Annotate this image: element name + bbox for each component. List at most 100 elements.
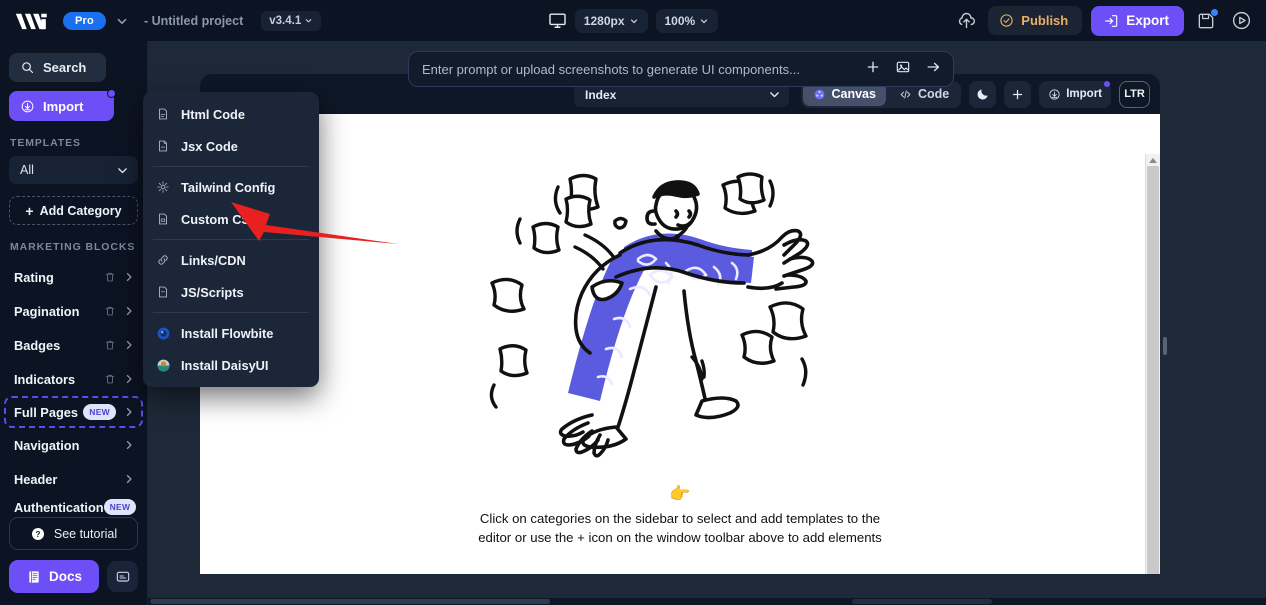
add-category-button[interactable]: + Add Category xyxy=(9,196,138,225)
sidebar-item-indicators[interactable]: Indicators xyxy=(6,362,141,396)
image-icon[interactable] xyxy=(895,59,911,80)
trash-icon[interactable] xyxy=(104,339,116,351)
tab-canvas-label: Canvas xyxy=(831,87,876,101)
chevron-right-icon xyxy=(123,406,135,418)
chevron-down-icon xyxy=(701,18,708,23)
sidebar-bottom: ? See tutorial Docs xyxy=(0,517,147,605)
menu-item-js-scripts[interactable]: JS/Scripts xyxy=(143,276,319,308)
sidebar-item-rating[interactable]: Rating xyxy=(6,260,141,294)
tab-code-label: Code xyxy=(917,87,950,101)
scroll-up-arrow-icon[interactable] xyxy=(1149,158,1157,163)
publish-button[interactable]: Publish xyxy=(988,6,1083,35)
add-element-button[interactable] xyxy=(1004,80,1032,108)
search-button[interactable]: Search xyxy=(9,53,106,82)
category-filter-select[interactable]: All xyxy=(9,156,138,184)
chat-icon xyxy=(116,571,129,582)
menu-item-html-code[interactable]: Html Code xyxy=(143,98,319,130)
top-bar: Pro - Untitled project v3.4.1 1280px 100… xyxy=(0,0,1266,41)
import-badge-dot xyxy=(107,89,116,98)
docs-icon xyxy=(29,570,39,583)
block-label: Navigation xyxy=(14,437,80,453)
gear-icon xyxy=(155,180,171,194)
cloud-upload-icon[interactable] xyxy=(953,8,979,34)
flowbite-icon xyxy=(155,326,171,341)
chevron-down-icon[interactable] xyxy=(115,14,129,28)
block-label: Full Pages xyxy=(14,404,79,420)
project-title: - Untitled project xyxy=(143,13,244,28)
app-root: Pro - Untitled project v3.4.1 1280px 100… xyxy=(0,0,1266,605)
search-label: Search xyxy=(43,60,87,75)
plus-icon[interactable] xyxy=(865,59,881,80)
new-badge: NEW xyxy=(103,499,137,515)
chevron-down-icon xyxy=(305,19,312,23)
canvas-import-button[interactable]: Import xyxy=(1039,80,1111,108)
canvas-viewport[interactable]: 👉 Click on categories on the sidebar to … xyxy=(200,114,1160,574)
version-selector[interactable]: v3.4.1 xyxy=(261,10,322,31)
canvas-panel: Index Canvas Code Import LTR 👉 Click on … xyxy=(200,74,1160,574)
chevron-right-icon xyxy=(123,271,135,283)
zoom-level-selector[interactable]: 100% xyxy=(655,8,719,33)
see-tutorial-button[interactable]: ? See tutorial xyxy=(9,517,138,550)
canvas-vertical-scrollbar[interactable] xyxy=(1145,154,1160,574)
scrollbar-thumb[interactable] xyxy=(1147,166,1159,574)
chevron-down-icon xyxy=(630,18,637,23)
trash-icon[interactable] xyxy=(104,305,116,317)
monitor-icon[interactable] xyxy=(548,11,567,30)
menu-item-label: Links/CDN xyxy=(181,252,246,268)
check-circle-icon xyxy=(1000,14,1013,27)
prompt-input[interactable]: Enter prompt or upload screenshots to ge… xyxy=(422,62,865,77)
plus-icon xyxy=(1013,89,1023,99)
add-category-label: Add Category xyxy=(39,203,122,218)
play-circle-icon[interactable] xyxy=(1228,8,1254,34)
chevron-right-icon xyxy=(123,305,135,317)
jsx-file-icon xyxy=(155,139,171,153)
sidebar-item-authentication[interactable]: Authentication NEW xyxy=(6,496,141,517)
menu-item-jsx-code[interactable]: Jsx Code xyxy=(143,130,319,162)
chat-support-button[interactable] xyxy=(107,561,138,592)
prompt-actions xyxy=(865,59,942,80)
menu-item-label: Html Code xyxy=(181,106,245,122)
sidebar-top: Search Import xyxy=(0,41,147,121)
theme-toggle-button[interactable] xyxy=(969,80,997,108)
zoom-level-label: 100% xyxy=(664,13,696,28)
canvas-resize-handle[interactable] xyxy=(1163,337,1167,355)
pro-badge[interactable]: Pro xyxy=(63,11,106,30)
canvas-icon xyxy=(815,89,825,99)
chevron-right-icon xyxy=(123,439,135,451)
docs-label: Docs xyxy=(48,569,82,584)
chevron-right-icon xyxy=(123,339,135,351)
export-button[interactable]: Export xyxy=(1091,5,1184,36)
sidebar-item-badges[interactable]: Badges xyxy=(6,328,141,362)
docs-button[interactable]: Docs xyxy=(9,560,99,593)
trash-icon[interactable] xyxy=(104,271,116,283)
chevron-right-icon xyxy=(123,473,135,485)
scrollbar-track-segment[interactable] xyxy=(852,599,992,604)
device-width-selector[interactable]: 1280px xyxy=(574,8,648,33)
trash-icon[interactable] xyxy=(104,373,116,385)
vi-logo[interactable] xyxy=(14,10,54,32)
sidebar-item-pagination[interactable]: Pagination xyxy=(6,294,141,328)
pointing-hand-emoji: 👉 xyxy=(669,484,691,503)
import-button[interactable]: Import xyxy=(9,89,116,121)
sidebar-item-navigation[interactable]: Navigation xyxy=(6,428,141,462)
scrollbar-thumb[interactable] xyxy=(150,599,550,604)
import-label: Import xyxy=(43,98,84,114)
marketing-blocks-section-label: MARKETING BLOCKS xyxy=(10,241,136,253)
menu-item-label: Install DaisyUI xyxy=(181,357,269,373)
import-badge-dot xyxy=(1104,80,1110,87)
save-icon[interactable] xyxy=(1193,8,1219,34)
menu-item-install-daisyui[interactable]: Install DaisyUI xyxy=(143,349,319,381)
menu-divider xyxy=(153,312,309,313)
ai-prompt-bar[interactable]: Enter prompt or upload screenshots to ge… xyxy=(408,51,954,87)
menu-item-install-flowbite[interactable]: Install Flowbite xyxy=(143,317,319,349)
empty-state-hint: Click on categories on the sidebar to se… xyxy=(200,509,1160,547)
plus-icon: + xyxy=(25,202,34,219)
code-icon xyxy=(900,90,911,98)
text-direction-button[interactable]: LTR xyxy=(1119,80,1150,108)
see-tutorial-label: See tutorial xyxy=(53,526,118,541)
sidebar-item-header[interactable]: Header xyxy=(6,462,141,496)
hint-line-1: Click on categories on the sidebar to se… xyxy=(479,511,881,526)
sidebar-item-full-pages[interactable]: Full Pages NEW xyxy=(4,396,143,428)
arrow-right-icon[interactable] xyxy=(925,59,942,80)
bottom-horizontal-scrollbar[interactable] xyxy=(148,598,1266,605)
